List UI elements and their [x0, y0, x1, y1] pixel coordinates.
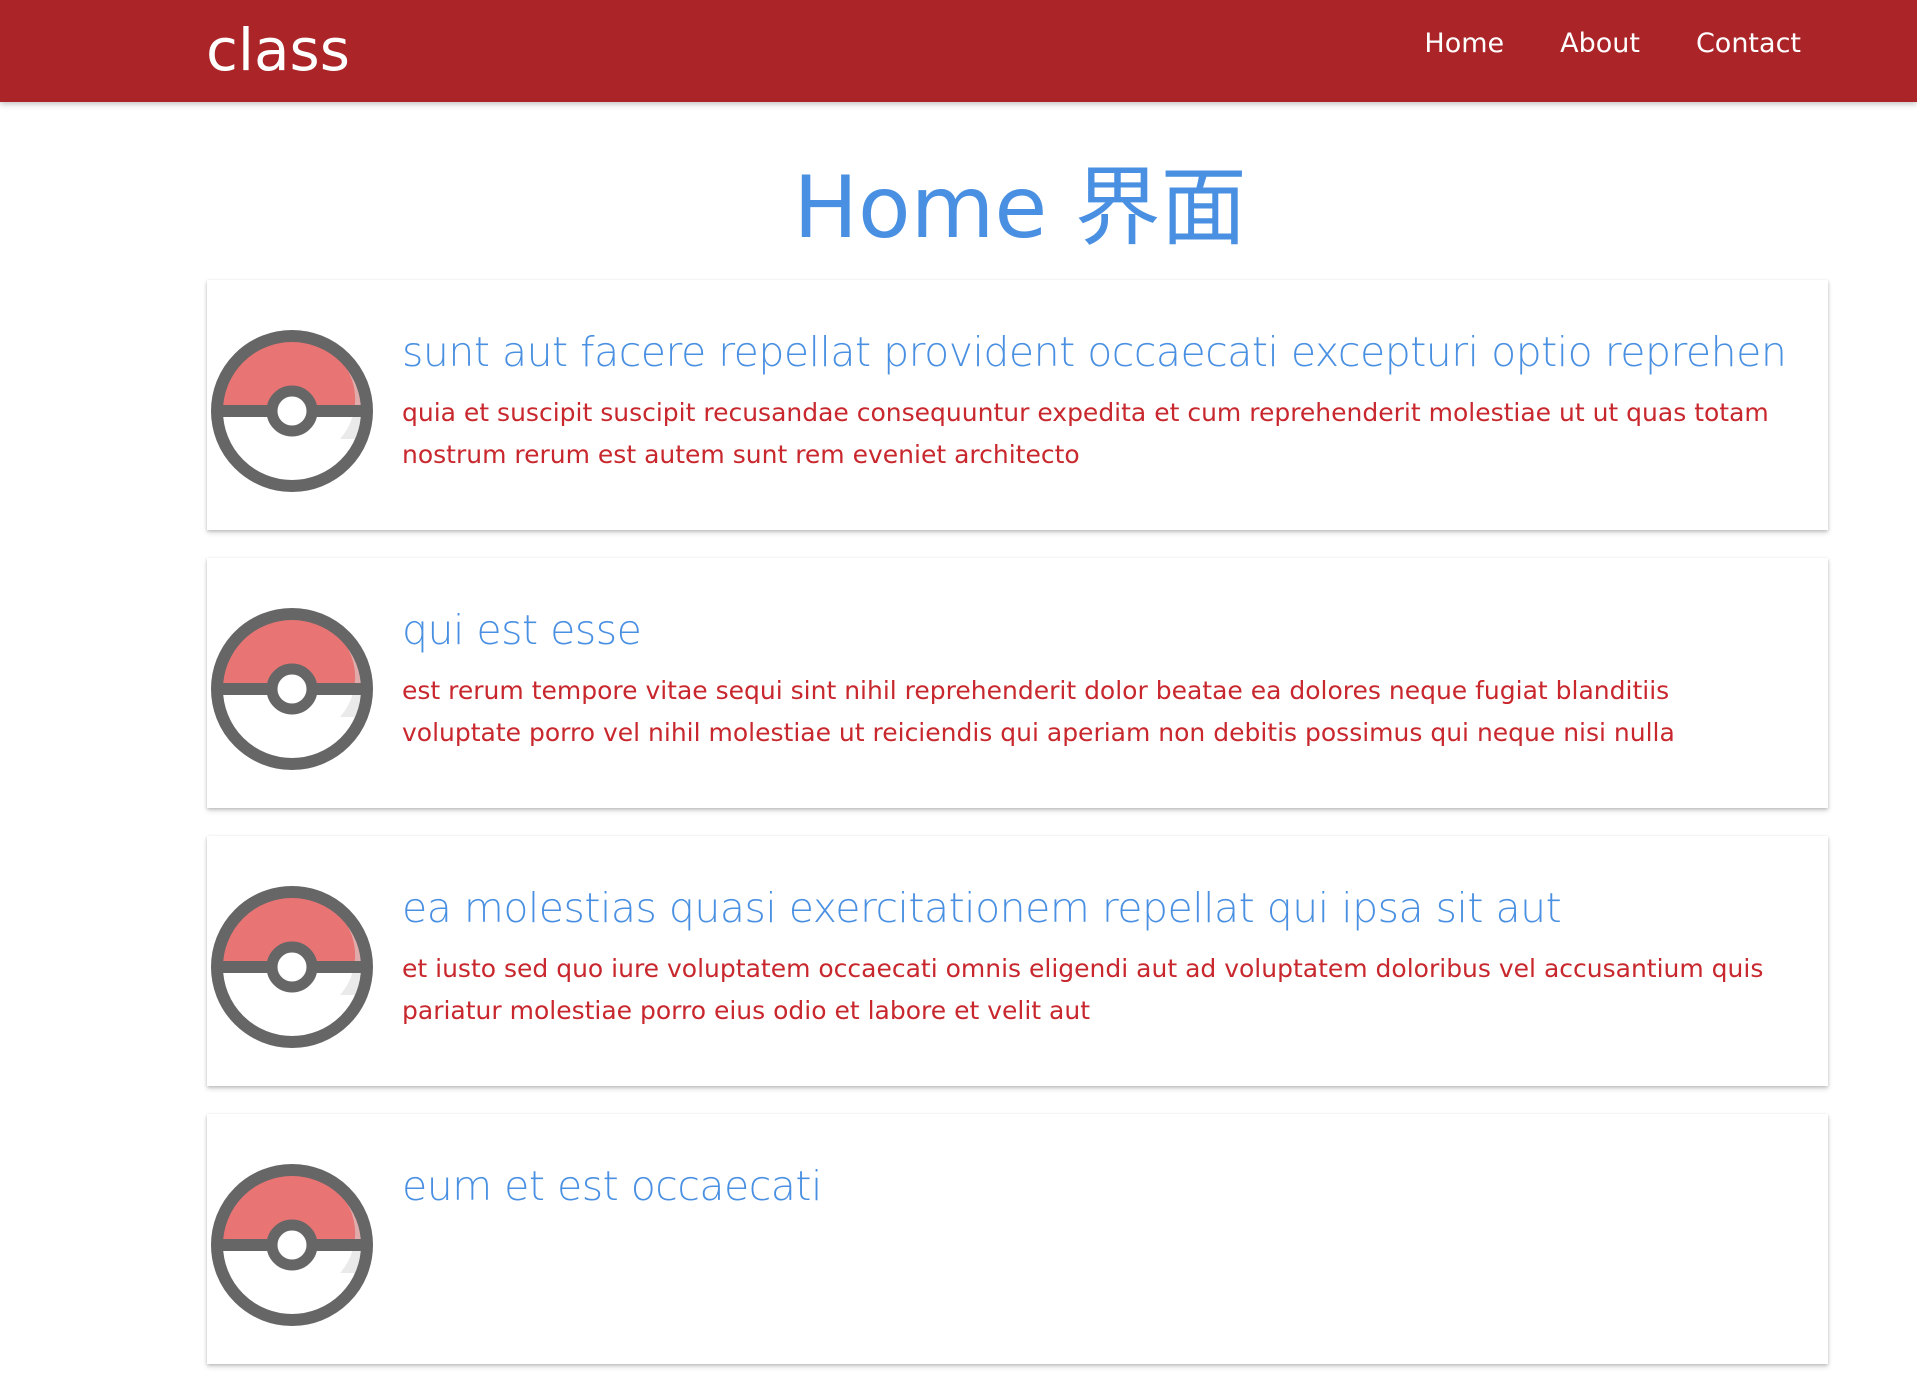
post-list: sunt aut facere repellat provident occae…: [207, 280, 1828, 1392]
nav-link-about[interactable]: About: [1560, 28, 1640, 59]
nav-link-contact[interactable]: Contact: [1696, 28, 1801, 59]
post-card[interactable]: ea molestias quasi exercitationem repell…: [207, 836, 1828, 1086]
brand-logo-link[interactable]: class: [206, 10, 350, 90]
post-title[interactable]: ea molestias quasi exercitationem repell…: [402, 880, 1788, 936]
top-navbar: class Home About Contact: [0, 0, 1917, 102]
pokeball-icon: [211, 886, 373, 1048]
post-body-text: quia et suscipit suscipit recusandae con…: [402, 398, 1769, 469]
post-title[interactable]: eum et est occaecati: [402, 1158, 1788, 1214]
post-title[interactable]: qui est esse: [402, 602, 1788, 658]
pokeball-icon: [211, 1164, 373, 1326]
post-body-text: est rerum tempore vitae sequi sint nihil…: [402, 676, 1675, 747]
post-content: eum et est occaecati: [402, 1158, 1788, 1226]
post-card[interactable]: sunt aut facere repellat provident occae…: [207, 280, 1828, 530]
page-title: Home 界面: [793, 158, 1247, 258]
pokeball-icon: [211, 608, 373, 770]
post-content: qui est esse est rerum tempore vitae seq…: [402, 602, 1788, 754]
post-content: ea molestias quasi exercitationem repell…: [402, 880, 1788, 1032]
post-body-text: et iusto sed quo iure voluptatem occaeca…: [402, 954, 1764, 1025]
post-card[interactable]: eum et est occaecati: [207, 1114, 1828, 1364]
nav-link-home[interactable]: Home: [1424, 28, 1504, 59]
nav-links: Home About Contact: [1424, 0, 1801, 86]
pokeball-icon: [211, 330, 373, 492]
post-title[interactable]: sunt aut facere repellat provident occae…: [402, 324, 1788, 380]
post-card[interactable]: qui est esse est rerum tempore vitae seq…: [207, 558, 1828, 808]
post-content: sunt aut facere repellat provident occae…: [402, 324, 1788, 476]
